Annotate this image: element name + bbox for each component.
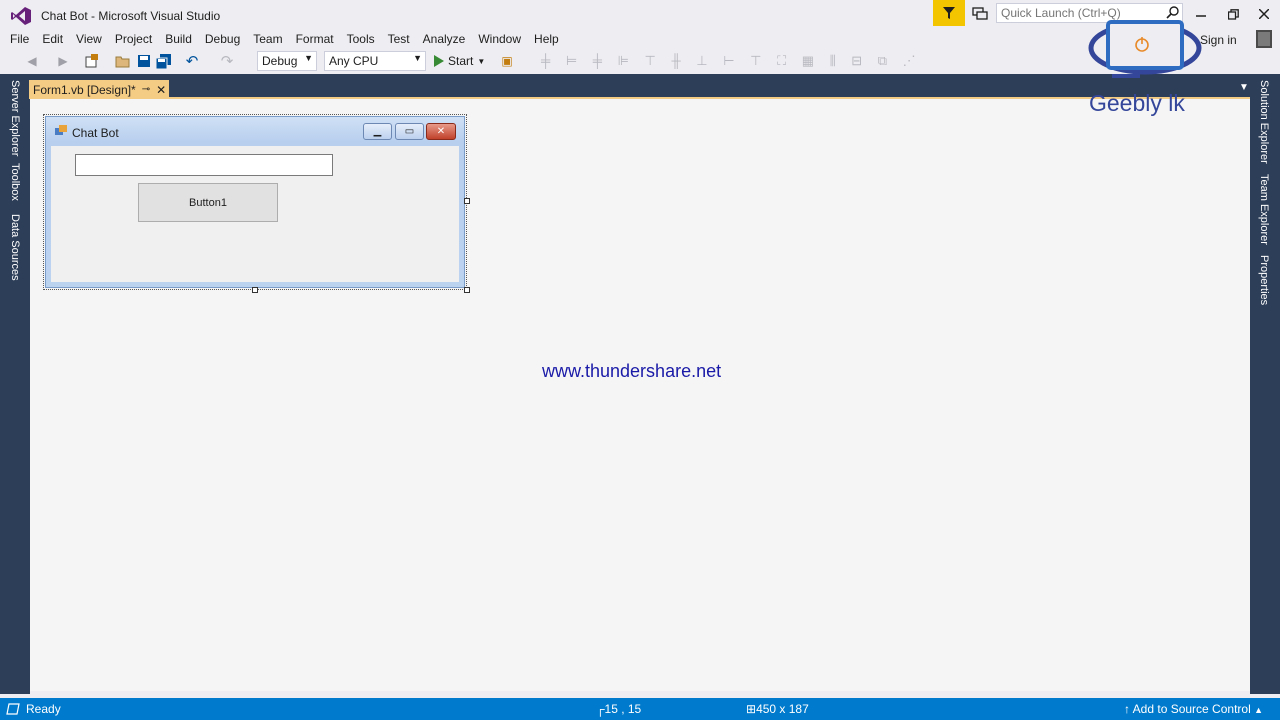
server-explorer-tab[interactable]: Server Explorer	[9, 80, 21, 156]
chevron-down-icon: ▼	[304, 53, 313, 63]
left-tool-strip: Server Explorer Toolbox Data Sources	[0, 74, 30, 694]
menu-help[interactable]: Help	[534, 30, 559, 48]
chevron-up-icon: ▲	[1254, 705, 1264, 715]
chat-input-textbox[interactable]	[75, 154, 333, 176]
sign-in-link[interactable]: Sign in	[1200, 33, 1237, 47]
menu-build[interactable]: Build	[165, 30, 192, 48]
status-position-value: 15 , 15	[604, 702, 642, 716]
chevron-down-icon: ▼	[413, 53, 422, 63]
menu-edit[interactable]: Edit	[42, 30, 63, 48]
resize-grip-bottom[interactable]	[252, 287, 258, 293]
form-close-icon: ✕	[426, 123, 456, 140]
menu-test[interactable]: Test	[388, 30, 410, 48]
position-icon: ┌	[596, 702, 605, 716]
status-position: ┌15 , 15	[596, 702, 641, 716]
find-in-files-icon[interactable]: ▣	[499, 53, 515, 69]
menu-analyze[interactable]: Analyze	[423, 30, 466, 48]
menu-team[interactable]: Team	[253, 30, 282, 48]
undo-icon[interactable]: ↶	[184, 53, 200, 70]
resize-grip-right[interactable]	[464, 198, 470, 204]
save-all-icon[interactable]	[156, 53, 172, 69]
status-size: ⊞450 x 187	[746, 702, 809, 716]
source-control-label: Add to Source Control	[1132, 702, 1251, 716]
status-text: Ready	[26, 702, 61, 716]
menu-file[interactable]: File	[10, 30, 29, 48]
add-to-source-control-button[interactable]: ↑ Add to Source Control ▲	[1124, 702, 1263, 716]
form-app-icon	[55, 125, 67, 137]
navigate-forward-icon[interactable]: ▶	[55, 53, 71, 69]
restore-window-button[interactable]	[1222, 5, 1244, 23]
watermark-url: www.thundershare.net	[542, 361, 722, 381]
layout-alignment-icons: ╪ ⊨ ╪ ⊫ ⊤ ╫ ⊥ ⊢ ⊤ ⛶ ▦ ⫼ ⊟ ⧉ ⋰	[541, 53, 922, 68]
team-explorer-tab[interactable]: Team Explorer	[1258, 174, 1270, 245]
notification-filter-icon[interactable]	[933, 0, 965, 26]
toolbox-tab[interactable]: Toolbox	[9, 163, 21, 201]
status-bar: Ready ┌15 , 15 ⊞450 x 187 ↑ Add to Sourc…	[0, 698, 1280, 720]
menu-debug[interactable]: Debug	[205, 30, 240, 48]
tab-overflow-chevron-icon[interactable]: ▼	[1239, 82, 1249, 93]
geebly-logo-icon	[1088, 18, 1203, 82]
properties-tab[interactable]: Properties	[1258, 255, 1270, 305]
form-minimize-icon: ▁	[363, 123, 392, 140]
menu-format[interactable]: Format	[296, 30, 334, 48]
start-label: Start	[448, 54, 474, 68]
status-size-value: 450 x 187	[756, 702, 809, 716]
search-icon[interactable]	[1166, 5, 1180, 19]
status-window-icon	[6, 702, 20, 716]
close-tab-icon[interactable]: ✕	[156, 83, 166, 97]
pin-icon[interactable]: ⊸	[142, 84, 150, 95]
menu-bar: File Edit View Project Build Debug Team …	[0, 30, 1080, 48]
document-tab-label: Form1.vb [Design]*	[33, 82, 136, 97]
right-tool-strip: Solution Explorer Team Explorer Properti…	[1250, 74, 1280, 694]
chevron-down-icon: ▼	[477, 56, 486, 66]
play-icon	[434, 55, 444, 67]
redo-icon[interactable]: ↷	[219, 53, 235, 70]
start-debugging-button[interactable]: Start ▼	[434, 51, 485, 71]
navigate-back-icon[interactable]: ◀	[24, 53, 40, 69]
close-window-button[interactable]	[1253, 5, 1275, 23]
solution-explorer-tab[interactable]: Solution Explorer	[1258, 80, 1270, 164]
menu-project[interactable]: Project	[115, 30, 152, 48]
data-sources-tab[interactable]: Data Sources	[9, 214, 21, 281]
open-file-icon[interactable]	[115, 53, 131, 69]
new-project-icon[interactable]	[84, 53, 100, 69]
solution-configuration-select[interactable]: Debug ▼	[257, 51, 317, 71]
window-title: Chat Bot - Microsoft Visual Studio	[41, 9, 221, 23]
account-avatar-icon[interactable]	[1256, 30, 1272, 48]
resize-grip-corner[interactable]	[464, 287, 470, 293]
solution-configuration-value: Debug	[262, 54, 298, 68]
brand-name: Geebly lk	[1089, 90, 1185, 116]
feedback-icon[interactable]	[970, 4, 990, 24]
menu-view[interactable]: View	[76, 30, 102, 48]
menu-window[interactable]: Window	[478, 30, 521, 48]
upload-arrow-icon: ↑	[1124, 702, 1130, 716]
button1[interactable]: Button1	[138, 183, 278, 222]
solution-platform-select[interactable]: Any CPU ▼	[324, 51, 426, 71]
size-icon: ⊞	[746, 702, 757, 716]
menu-tools[interactable]: Tools	[347, 30, 375, 48]
save-icon[interactable]	[136, 53, 152, 69]
visual-studio-logo-icon	[10, 6, 32, 26]
form-title: Chat Bot	[72, 126, 119, 140]
solution-platform-value: Any CPU	[329, 54, 379, 68]
form-maximize-icon: ▭	[395, 123, 424, 140]
